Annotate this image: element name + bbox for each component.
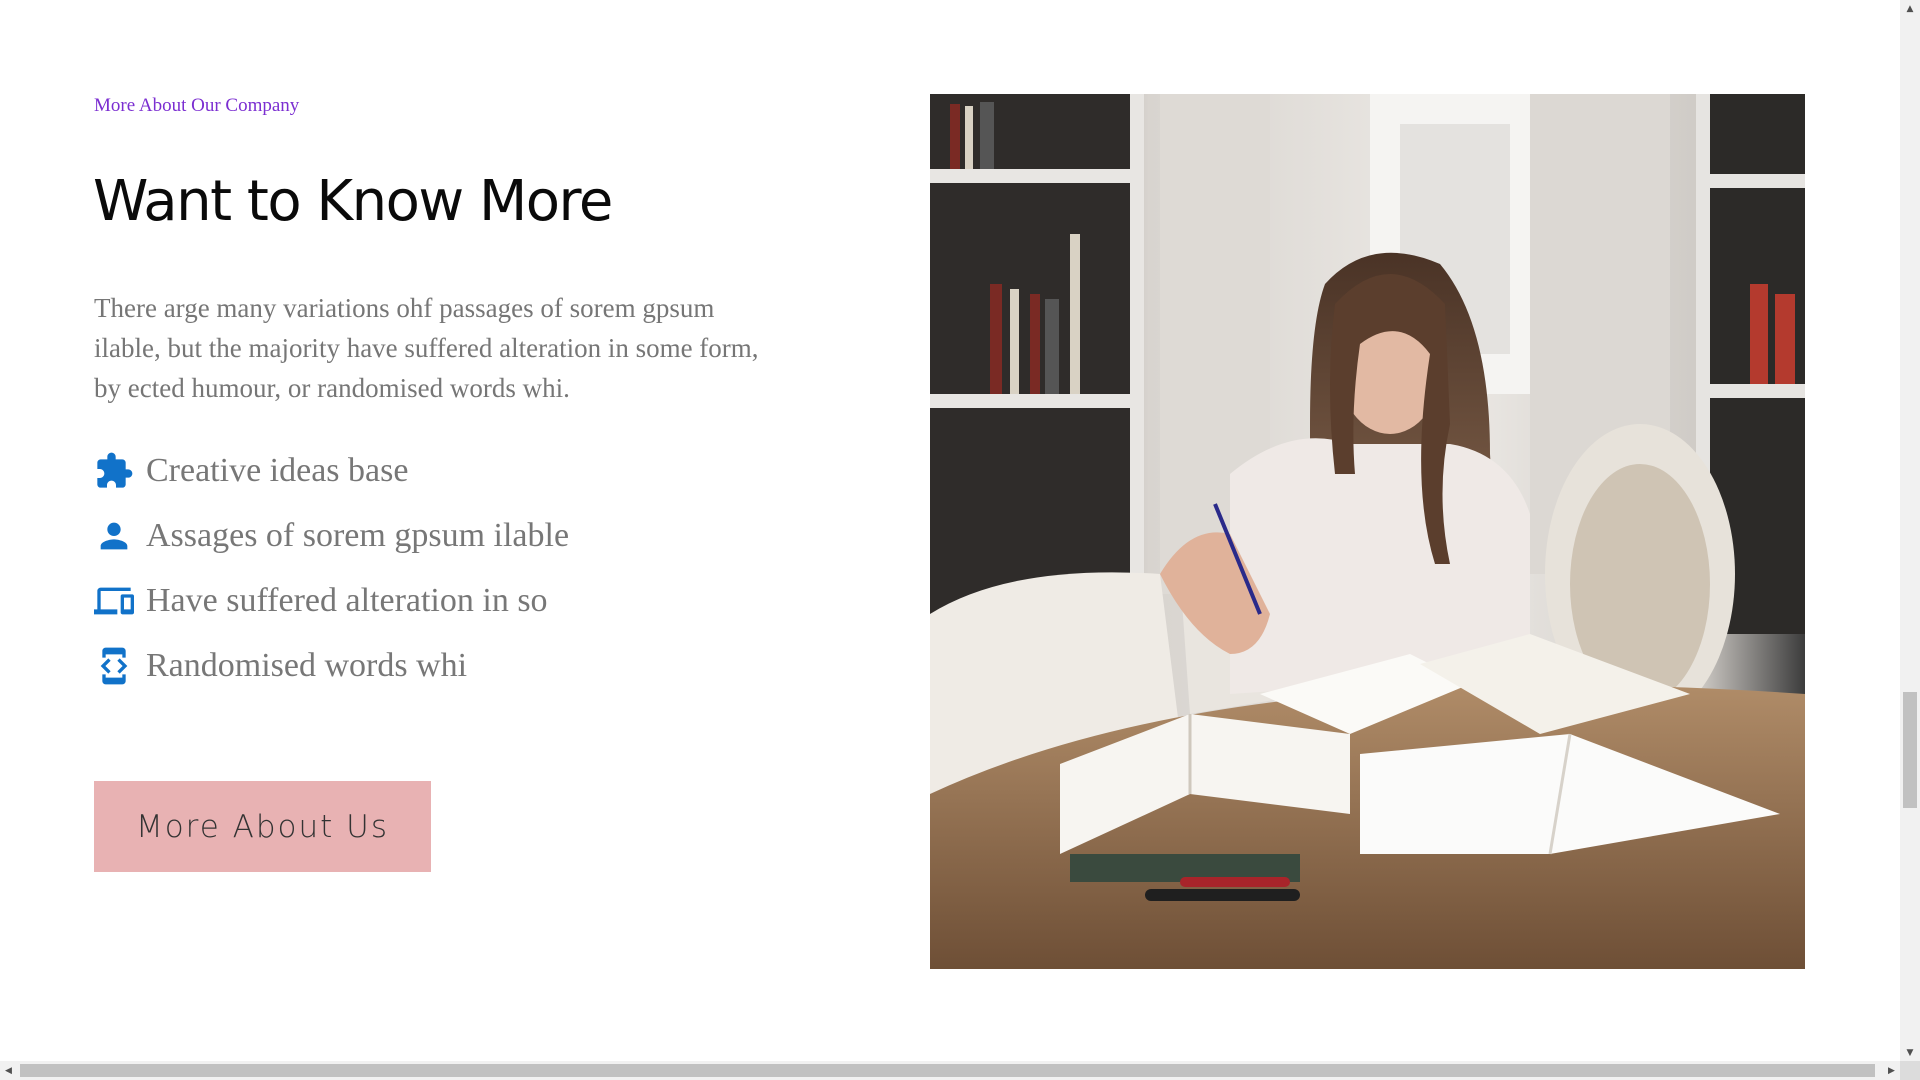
scrollbar-corner — [1900, 1061, 1920, 1080]
scroll-right-arrow-icon[interactable]: ▶ — [1883, 1061, 1900, 1080]
feature-item: Creative ideas base — [94, 438, 569, 503]
feature-label: Randomised words whi — [146, 646, 468, 684]
feature-label: Assages of sorem gpsum ilable — [146, 516, 570, 554]
feature-item: Have suffered alteration in so — [94, 568, 569, 633]
feature-item: Randomised words whi — [94, 633, 569, 698]
feature-label: Have suffered alteration in so — [146, 581, 548, 619]
feature-label: Creative ideas base — [146, 451, 409, 489]
vertical-scroll-thumb[interactable] — [1903, 692, 1917, 808]
devices-icon — [94, 581, 134, 621]
vertical-scrollbar[interactable]: ▲ ▼ — [1900, 0, 1920, 1061]
feature-list: Creative ideas base Assages of sorem gps… — [94, 438, 569, 698]
more-about-us-button[interactable]: More About Us — [94, 781, 431, 872]
student-photo — [930, 94, 1805, 969]
feature-item: Assages of sorem gpsum ilable — [94, 503, 569, 568]
section-title: Want to Know More — [93, 169, 613, 234]
horizontal-scrollbar[interactable]: ◀ ▶ — [0, 1061, 1900, 1080]
section-eyebrow: More About Our Company — [94, 95, 300, 116]
scroll-up-arrow-icon[interactable]: ▲ — [1900, 0, 1920, 17]
developer-mode-icon — [94, 646, 134, 686]
page-viewport: More About Our Company Want to Know More… — [0, 0, 1900, 1061]
person-icon — [94, 516, 134, 556]
scroll-left-arrow-icon[interactable]: ◀ — [0, 1061, 17, 1080]
puzzle-icon — [94, 451, 134, 491]
scroll-down-arrow-icon[interactable]: ▼ — [1900, 1044, 1920, 1061]
section-description: There arge many variations ohf passages … — [94, 293, 759, 403]
horizontal-scroll-thumb[interactable] — [20, 1064, 1875, 1077]
